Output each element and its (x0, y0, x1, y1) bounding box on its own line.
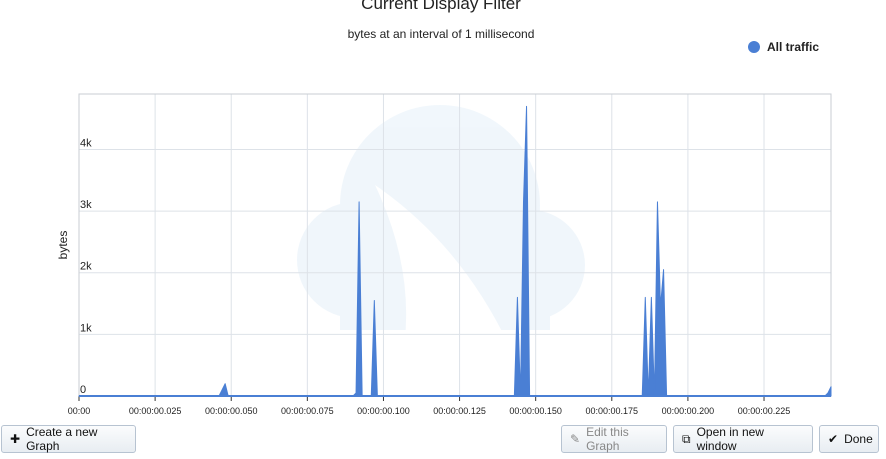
y-tick-label: 2k (80, 261, 92, 273)
new-window-icon: ⧉ (682, 431, 691, 446)
done-label: Done (844, 432, 873, 446)
done-button[interactable]: ✔ Done (819, 425, 879, 453)
x-tick-label: 00:00:00.200 (662, 406, 715, 416)
x-tick-label: 00:00:00.075 (281, 406, 334, 416)
edit-graph-button[interactable]: ✎ Edit this Graph (561, 425, 667, 453)
pencil-icon: ✎ (570, 432, 581, 446)
watermark-logo (297, 105, 585, 370)
y-axis-title: bytes (56, 231, 70, 260)
create-graph-button[interactable]: ✚ Create a new Graph (1, 425, 136, 453)
create-graph-label: Create a new Graph (26, 425, 98, 453)
x-tick-label: 00:00 (68, 406, 91, 416)
y-tick-label: 3k (80, 199, 92, 211)
x-tick-label: 00:00:00.100 (357, 406, 410, 416)
y-tick-label: 4k (80, 137, 92, 149)
x-tick-label: 00:00:00.125 (433, 406, 486, 416)
edit-graph-label: Edit this Graph (586, 425, 629, 453)
x-tick-label: 00:00:00.150 (509, 406, 562, 416)
plus-icon: ✚ (10, 432, 21, 446)
x-tick-label: 00:00:00.175 (586, 406, 639, 416)
x-tick-label: 00:00:00.050 (205, 406, 258, 416)
y-tick-label: 1k (80, 322, 92, 334)
y-tick-label: 0 (80, 384, 86, 396)
x-tick-label: 00:00:00.025 (129, 406, 182, 416)
x-tick-label: 00:00:00.225 (738, 406, 791, 416)
open-new-window-button[interactable]: ⧉ Open in new window (673, 425, 813, 453)
open-new-window-label: Open in new window (696, 425, 764, 453)
checkmark-icon: ✔ (828, 432, 839, 446)
chart-area: 00:00 00:00:00.025 00:00:00.050 00:00:00.07… (56, 93, 832, 416)
